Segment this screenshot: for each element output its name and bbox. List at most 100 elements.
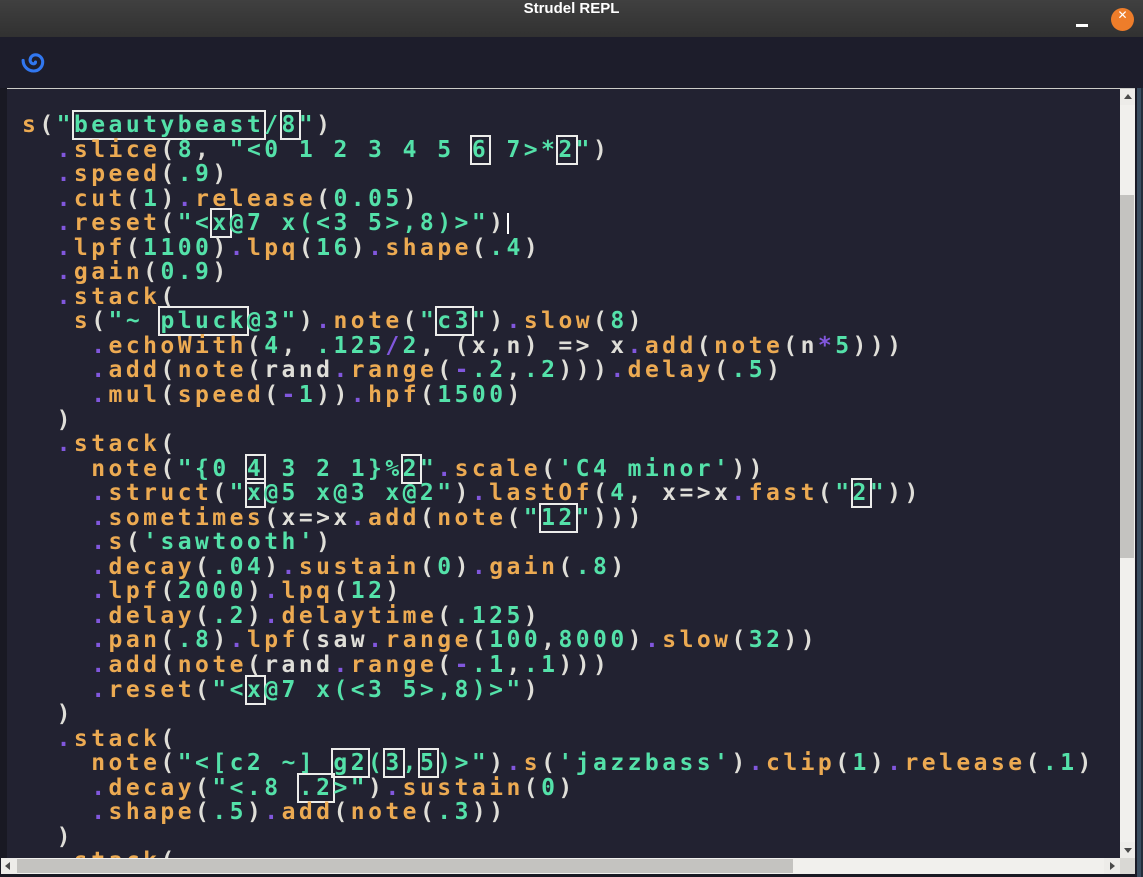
code-line[interactable]: .lpf(1100).lpq(16).shape(.4) (22, 236, 1095, 261)
code-token: .9 (178, 161, 213, 187)
code-token: ( (126, 235, 143, 261)
code-token: ( (714, 357, 731, 383)
close-button[interactable]: ✕ (1111, 8, 1134, 31)
code-line[interactable]: .stack( (22, 727, 1095, 752)
code-line[interactable]: .gain(0.9) (22, 260, 1095, 285)
code-line[interactable]: .lpf(2000).lpq(12) (22, 579, 1095, 604)
code-token: s (22, 112, 39, 138)
code-token: note (351, 799, 420, 825)
code-token: 1100 (143, 235, 212, 261)
code-token: ) (593, 137, 610, 163)
code-token: . (368, 627, 385, 653)
code-token: note (333, 308, 402, 334)
code-token (22, 186, 57, 212)
code-line[interactable]: ) (22, 825, 1095, 850)
highlighted-token: 8 (282, 112, 299, 138)
code-token: ) (299, 308, 316, 334)
code-token: 12 (351, 578, 386, 604)
code-token (22, 382, 91, 408)
code-token: )) (316, 382, 351, 408)
code-line[interactable]: s("~ pluck@3").note("c3").slow(8) (22, 309, 1095, 334)
code-token: ( (160, 161, 177, 187)
code-line[interactable]: ) (22, 702, 1095, 727)
code-token: ) (247, 578, 264, 604)
code-token (22, 505, 91, 531)
code-line[interactable]: .sometimes(x=>x.add(note("12"))) (22, 506, 1095, 531)
code-token: " (420, 456, 437, 482)
highlighted-token: 2 (403, 456, 420, 482)
code-token: ) (264, 554, 281, 580)
code-line[interactable]: .decay("<.8 .2>").sustain(0) (22, 776, 1095, 801)
code-line[interactable]: .add(note(rand.range(-.2,.2))).delay(.5) (22, 358, 1095, 383)
code-line[interactable]: .echoWith(4, .125/2, (x,n) => x.add(note… (22, 334, 1095, 359)
code-token: - (455, 652, 472, 678)
code-token: ( (195, 799, 212, 825)
code-line[interactable]: .shape(.5).add(note(.3)) (22, 800, 1095, 825)
code-line[interactable]: .reset("<x@7 x(<3 5>,8)>") (22, 211, 1095, 236)
code-token: speed (178, 382, 265, 408)
scroll-down-button[interactable] (1120, 842, 1135, 858)
code-line[interactable]: note("<[c2 ~] g2(3,5)>").s('jazzbass').c… (22, 751, 1095, 776)
code-token: .1 (472, 652, 507, 678)
highlighted-token: 2 (558, 137, 575, 163)
horizontal-scrollbar-thumb[interactable] (17, 859, 793, 873)
code-token: gain (74, 259, 143, 285)
code-token: . (230, 627, 247, 653)
code-line[interactable]: .struct("x@5 x@3 x@2").lastOf(4, x=>x.fa… (22, 481, 1095, 506)
vertical-scrollbar[interactable] (1120, 89, 1135, 858)
code-line[interactable]: .s('sawtooth') (22, 530, 1095, 555)
code-token: . (57, 161, 74, 187)
scroll-left-button[interactable] (1, 858, 17, 874)
highlighted-token: c3 (437, 308, 472, 334)
code-token: ( (39, 112, 56, 138)
code-token: .1 (1043, 750, 1078, 776)
scroll-up-button[interactable] (1120, 89, 1135, 105)
code-token: 8000 (558, 627, 627, 653)
scroll-right-button[interactable] (1104, 858, 1120, 874)
code-token (22, 529, 91, 555)
code-line[interactable]: s("beautybeast/8") (22, 113, 1095, 138)
code-token: ) (160, 186, 177, 212)
code-line[interactable]: .add(note(rand.range(-.1,.1))) (22, 653, 1095, 678)
code-line[interactable]: .delay(.2).delaytime(.125) (22, 604, 1095, 629)
code-token: slice (74, 137, 161, 163)
titlebar[interactable]: Strudel REPL ✕ (0, 0, 1143, 37)
code-token: shape (385, 235, 472, 261)
code-token: ( (420, 554, 437, 580)
code-line[interactable]: note("{0 4 3 2 1}%2".scale('C4 minor')) (22, 457, 1095, 482)
code-line[interactable]: .slice(8, "<0 1 2 3 4 5 6 7>*2") (22, 138, 1095, 163)
code-line[interactable]: .speed(.9) (22, 162, 1095, 187)
code-token (22, 357, 91, 383)
code-line[interactable]: .reset("<x@7 x(<3 5>,8)>") (22, 678, 1095, 703)
code-token: ( (247, 333, 264, 359)
code-token: ) (247, 603, 264, 629)
code-token: "< (178, 210, 213, 236)
vertical-scrollbar-thumb[interactable] (1120, 195, 1134, 558)
code-line[interactable]: .stack( (22, 285, 1095, 310)
code-token: struct (109, 480, 213, 506)
code-content[interactable]: s("beautybeast/8") .slice(8, "<0 1 2 3 4… (22, 113, 1095, 858)
code-token (22, 603, 91, 629)
code-line[interactable]: .cut(1).release(0.05) (22, 187, 1095, 212)
code-token: ) (368, 775, 385, 801)
code-line[interactable]: ) (22, 408, 1095, 433)
horizontal-scrollbar[interactable] (1, 858, 1120, 874)
code-editor[interactable]: s("beautybeast/8") .slice(8, "<0 1 2 3 4… (7, 89, 1120, 858)
code-line[interactable]: .decay(.04).sustain(0).gain(.8) (22, 555, 1095, 580)
code-token: ) (558, 775, 575, 801)
strudel-spiral-logo-icon[interactable] (21, 48, 49, 76)
minimize-button[interactable] (1069, 0, 1095, 37)
code-token: . (91, 357, 108, 383)
code-line[interactable]: .stack( (22, 432, 1095, 457)
strudel-repl-window: Strudel REPL ✕ s("beautybeast/8") .slice… (0, 0, 1143, 877)
code-token: ) (212, 235, 229, 261)
code-token: note (91, 456, 160, 482)
code-line[interactable]: .mul(speed(-1)).hpf(1500) (22, 383, 1095, 408)
code-token: 2 (403, 333, 420, 359)
code-token: ( (91, 308, 108, 334)
code-line[interactable]: .stack( (22, 849, 1095, 858)
code-line[interactable]: .pan(.8).lpf(saw.range(100,8000).slow(32… (22, 628, 1095, 653)
code-token: rand (264, 652, 333, 678)
code-token: . (368, 235, 385, 261)
code-token: 100 (489, 627, 541, 653)
